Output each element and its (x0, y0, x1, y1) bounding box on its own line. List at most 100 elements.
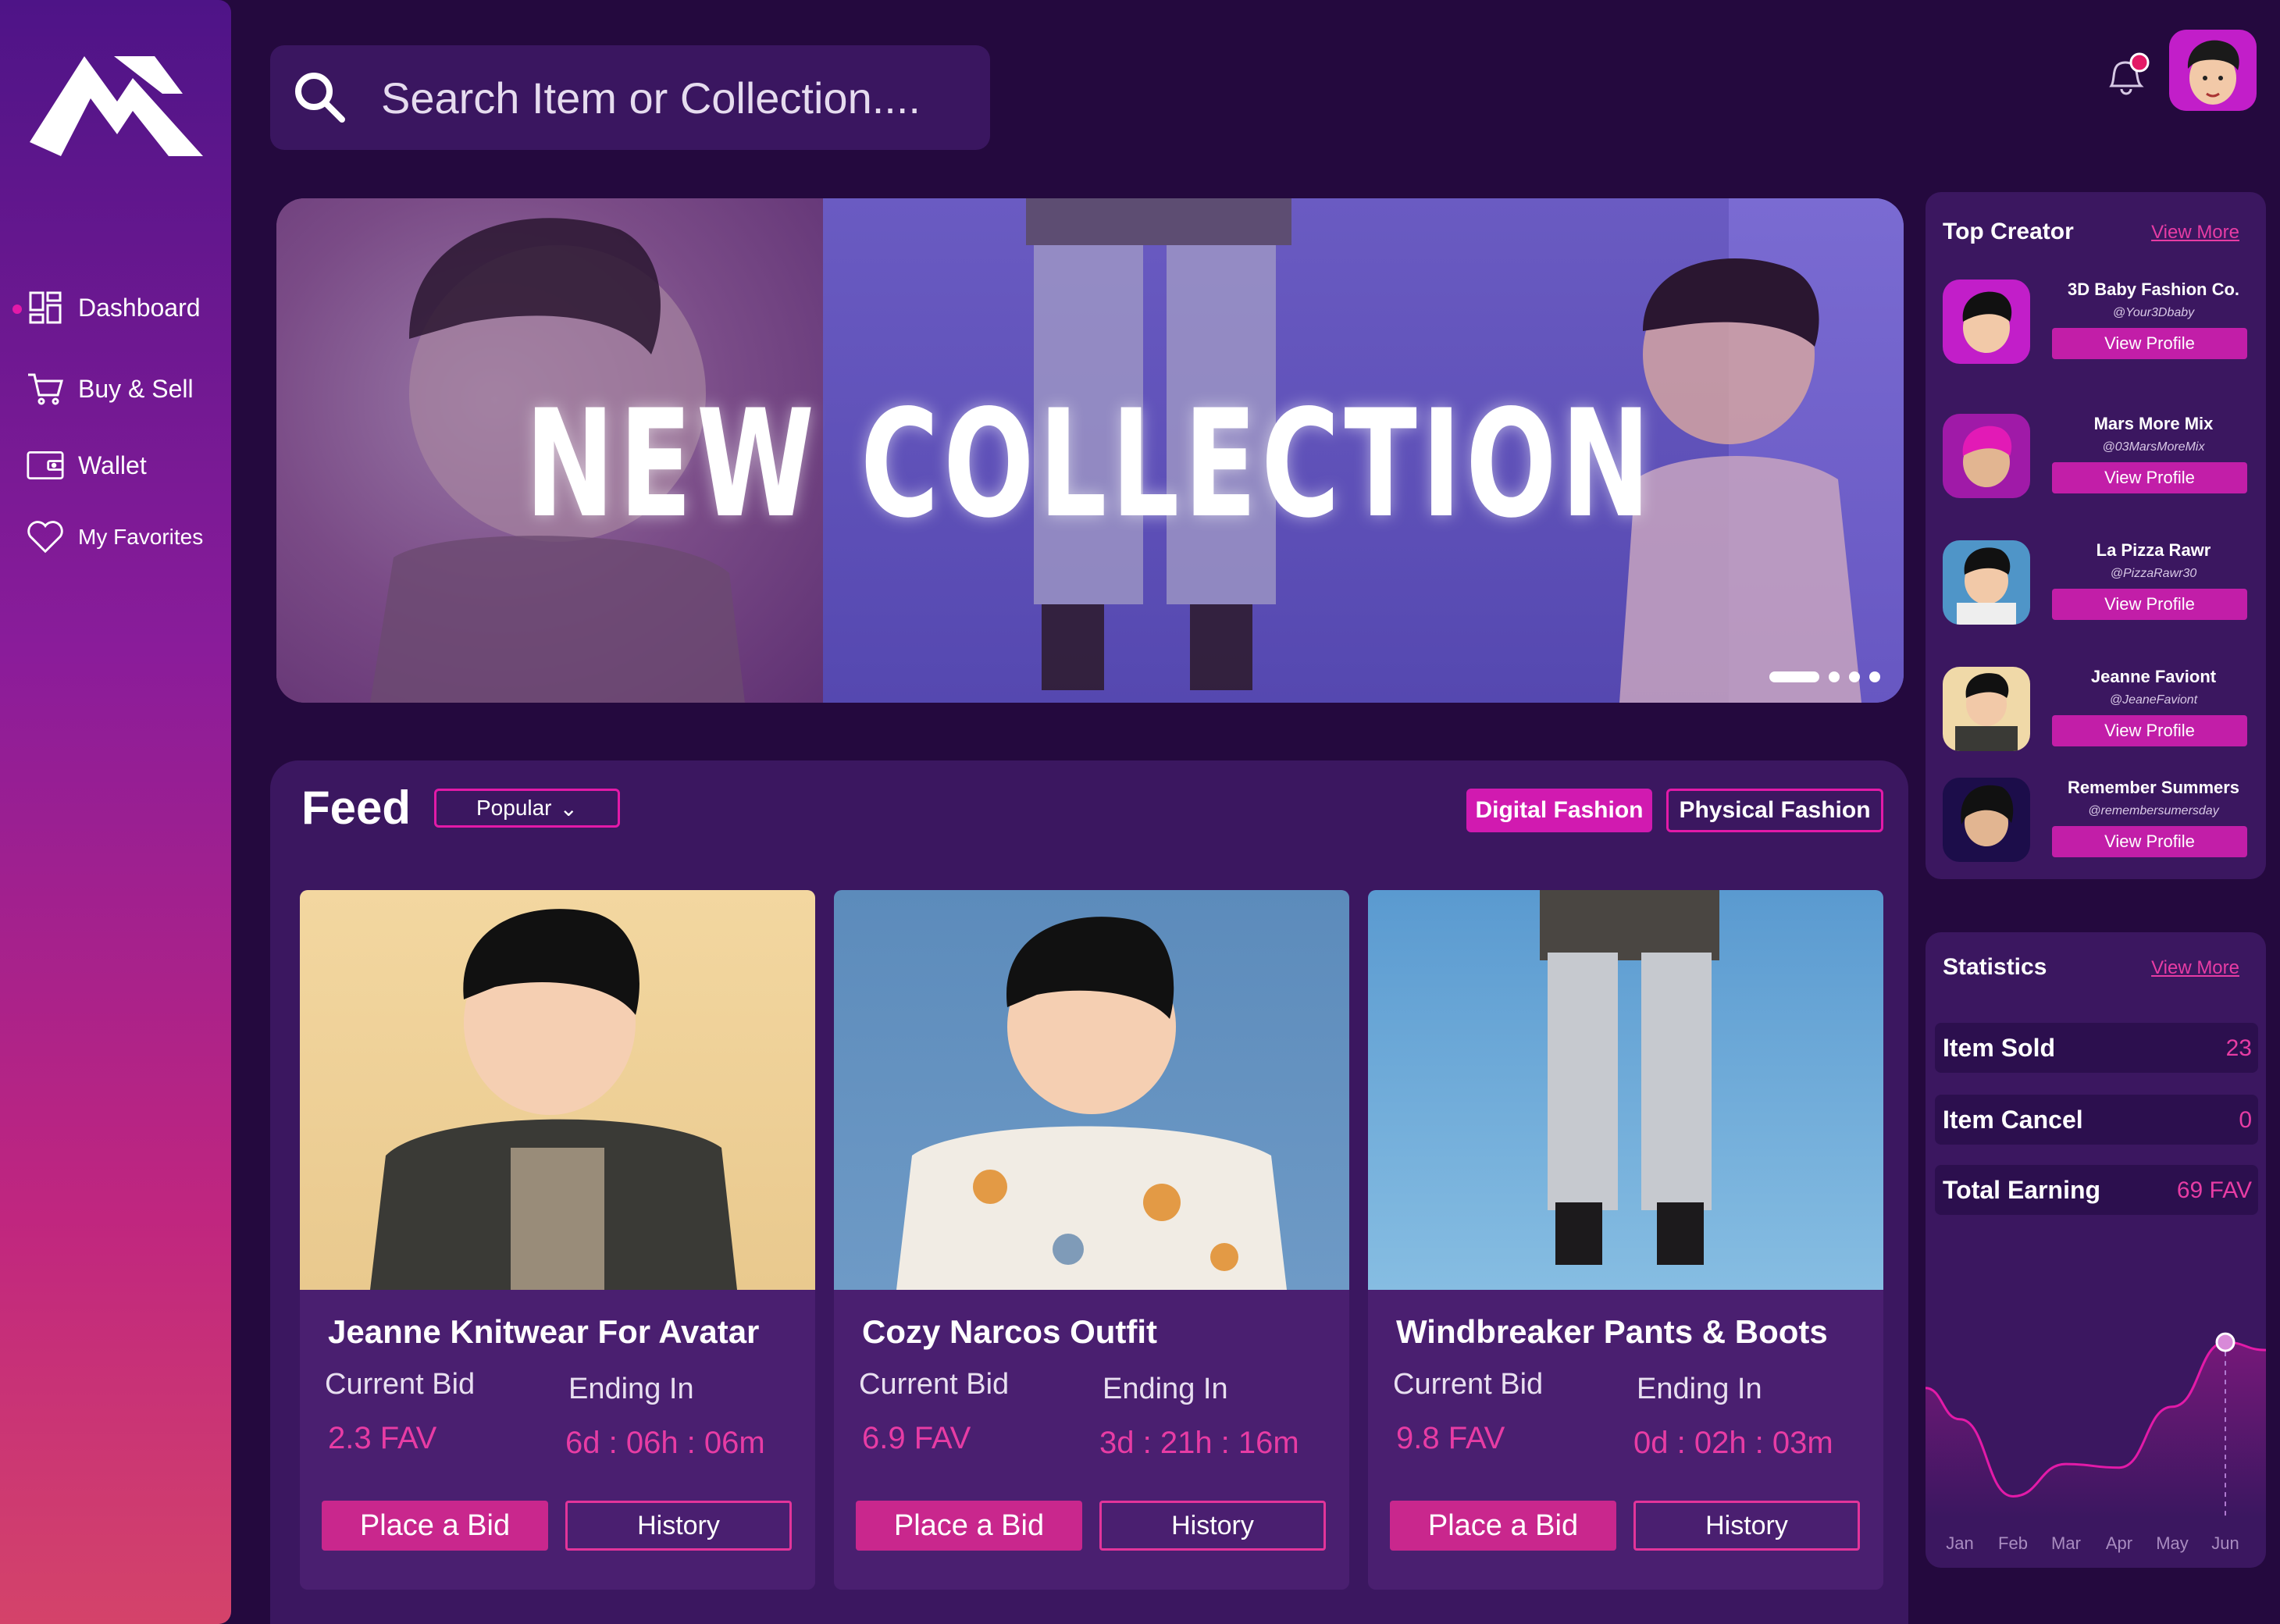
ending-in-label: Ending In (1103, 1373, 1228, 1405)
place-bid-button[interactable]: Place a Bid (856, 1501, 1082, 1551)
current-bid-label: Current Bid (1393, 1368, 1544, 1401)
sidebar-item-label: My Favorites (78, 525, 204, 549)
feed-section: Feed Popular ⌄ Digital Fashion Physical … (270, 760, 1908, 1624)
sidebar-item-label: Wallet (78, 451, 147, 479)
creator-avatar[interactable] (1943, 778, 2030, 862)
stat-total-earning: Total Earning 69 FAV (1935, 1165, 2258, 1215)
place-bid-button[interactable]: Place a Bid (322, 1501, 548, 1551)
statistics-view-more[interactable]: View More (2151, 957, 2239, 979)
creator-handle: @JeaneFaviont (2109, 693, 2198, 707)
current-bid-value: 2.3 FAV (328, 1421, 437, 1455)
history-button[interactable]: History (1633, 1501, 1860, 1551)
stat-value: 69 FAV (2176, 1177, 2252, 1203)
creator-handle: @03MarsMoreMix (2102, 440, 2205, 454)
product-card[interactable]: Jeanne Knitwear For Avatar Current Bid E… (300, 890, 815, 1590)
product-name: Windbreaker Pants & Boots (1396, 1313, 1828, 1350)
top-creator-panel: Top Creator View More 3D Baby Fashion Co… (1926, 192, 2266, 879)
search-input[interactable] (381, 72, 974, 123)
heart-icon (27, 518, 64, 556)
creator-handle: @Your3Dbaby (2112, 306, 2195, 319)
stat-value: 0 (2239, 1107, 2252, 1133)
carousel-dot[interactable] (1849, 671, 1860, 682)
sort-dropdown-label: Popular (476, 796, 552, 820)
ending-in-label: Ending In (568, 1373, 694, 1405)
statistics-title: Statistics (1943, 954, 2047, 980)
user-avatar[interactable] (2169, 30, 2257, 111)
creator-item: Mars More Mix @03MarsMoreMix View Profil… (1943, 414, 2255, 508)
search-bar (270, 45, 990, 150)
chart-x-tick-label: Feb (1998, 1533, 2028, 1553)
product-image (1368, 890, 1883, 1290)
banner-title: NEW COLLECTION (525, 378, 1655, 550)
tab-physical-fashion[interactable]: Physical Fashion (1666, 789, 1883, 832)
sidebar-item-label: Dashboard (78, 293, 201, 322)
chart-area (1926, 1342, 2266, 1518)
ending-in-label: Ending In (1637, 1373, 1762, 1405)
carousel-dot[interactable] (1769, 671, 1819, 682)
statistics-chart: Jan Feb Mar Apr May Jun (1926, 1332, 2266, 1553)
current-bid-label: Current Bid (859, 1368, 1010, 1401)
top-creator-title: Top Creator (1943, 219, 2074, 244)
search-icon[interactable] (290, 68, 350, 127)
creator-name: Jeanne Faviont (2090, 667, 2217, 686)
view-profile-button[interactable]: View Profile (2052, 826, 2247, 857)
creator-name: La Pizza Rawr (2096, 540, 2211, 560)
creator-item: La Pizza Rawr @PizzaRawr30 View Profile (1943, 540, 2255, 634)
creator-avatar[interactable] (1943, 667, 2030, 751)
statistics-panel: Statistics View More Item Sold 23 Item C… (1926, 932, 2266, 1568)
bell-icon[interactable] (2100, 48, 2152, 100)
product-info: Windbreaker Pants & Boots Current Bid En… (1368, 1290, 1883, 1590)
product-card[interactable]: Cozy Narcos Outfit Current Bid Ending In… (834, 890, 1349, 1590)
creator-name: 3D Baby Fashion Co. (2067, 280, 2240, 299)
current-bid-value: 9.8 FAV (1396, 1421, 1505, 1455)
view-profile-button[interactable]: View Profile (2052, 328, 2247, 359)
carousel-dot[interactable] (1869, 671, 1880, 682)
product-image (834, 890, 1349, 1290)
product-card[interactable]: Windbreaker Pants & Boots Current Bid En… (1368, 890, 1883, 1590)
carousel-indicators (1769, 671, 1880, 682)
view-profile-button[interactable]: View Profile (2052, 462, 2247, 493)
product-name: Jeanne Knitwear For Avatar (328, 1313, 760, 1350)
creator-avatar[interactable] (1943, 540, 2030, 625)
carousel-dot[interactable] (1829, 671, 1840, 682)
creator-name: Remember Summers (2067, 778, 2240, 797)
chart-x-tick-label: Apr (2106, 1533, 2132, 1553)
stat-label: Item Sold (1943, 1034, 2056, 1062)
history-button[interactable]: History (1099, 1501, 1326, 1551)
chart-x-tick-label: Jun (2211, 1533, 2239, 1553)
chart-x-tick-label: Mar (2051, 1533, 2081, 1553)
sidebar-item-dashboard[interactable]: Dashboard (27, 289, 201, 326)
feed-title: Feed (301, 782, 411, 834)
ending-in-value: 6d : 06h : 06m (565, 1426, 765, 1460)
chart-x-tick-label: Jan (1946, 1533, 1973, 1553)
ending-in-value: 3d : 21h : 16m (1099, 1426, 1299, 1460)
ending-in-value: 0d : 02h : 03m (1633, 1426, 1833, 1460)
creator-name: Mars More Mix (2093, 414, 2214, 433)
product-info: Jeanne Knitwear For Avatar Current Bid E… (300, 1290, 815, 1590)
tab-digital-fashion[interactable]: Digital Fashion (1466, 789, 1652, 832)
creator-avatar[interactable] (1943, 414, 2030, 498)
creator-item: Jeanne Faviont @JeaneFaviont View Profil… (1943, 667, 2255, 760)
view-profile-button[interactable]: View Profile (2052, 715, 2247, 746)
logo (30, 56, 203, 156)
history-button[interactable]: History (565, 1501, 792, 1551)
stat-label: Item Cancel (1943, 1106, 2083, 1134)
product-name: Cozy Narcos Outfit (862, 1313, 1158, 1350)
creator-item: Remember Summers @remembersumersday View… (1943, 778, 2255, 871)
sidebar-item-label: Buy & Sell (78, 374, 194, 403)
creator-handle: @remembersumersday (2088, 804, 2219, 817)
hero-banner[interactable]: NEW COLLECTION (276, 198, 1904, 703)
chevron-down-icon: ⌄ (559, 796, 578, 821)
stat-value: 23 (2225, 1035, 2252, 1061)
view-profile-button[interactable]: View Profile (2052, 589, 2247, 620)
sort-dropdown[interactable]: Popular ⌄ (434, 789, 620, 828)
chart-point-marker (2215, 1332, 2235, 1352)
product-image (300, 890, 815, 1290)
sidebar-item-buy-sell[interactable]: Buy & Sell (27, 370, 194, 408)
sidebar-item-wallet[interactable]: Wallet (27, 447, 147, 484)
sidebar-item-favorites[interactable]: My Favorites (27, 518, 203, 556)
top-creator-view-more[interactable]: View More (2151, 222, 2239, 244)
creator-avatar[interactable] (1943, 280, 2030, 364)
place-bid-button[interactable]: Place a Bid (1390, 1501, 1616, 1551)
sidebar: Dashboard Buy & Sell Wallet My Favorites (0, 0, 231, 1624)
